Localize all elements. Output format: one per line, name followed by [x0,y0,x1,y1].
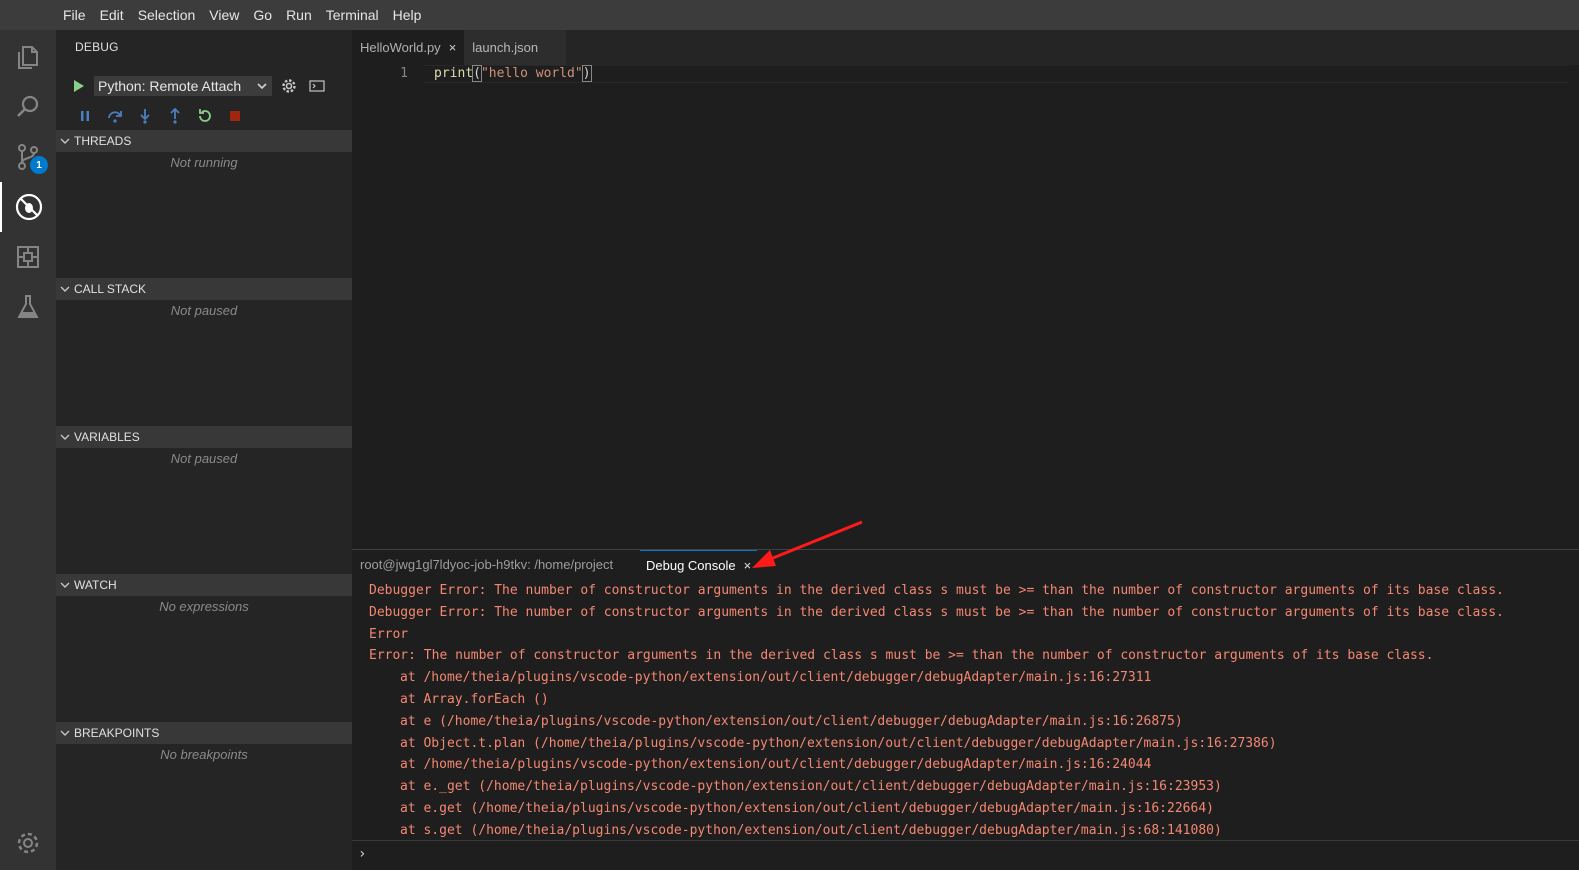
console-line: at s.get (/home/theia/plugins/vscode-pyt… [400,822,1222,838]
console-input[interactable]: › [352,840,1579,870]
menu-help[interactable]: Help [386,0,429,30]
close-icon[interactable]: × [449,40,457,55]
explorer-icon[interactable] [0,32,56,82]
restart-icon[interactable] [190,106,220,126]
editor-tabs: HelloWorld.py × launch.json [352,30,1579,65]
chevron-down-icon [56,432,74,442]
code-string: "hello world" [480,66,583,81]
panel-tabs: root@jwg1gl7ldyoc-job-h9tkv: /home/proje… [352,550,1579,580]
code-function: print [434,66,474,81]
chevron-down-icon [56,728,74,738]
variables-header[interactable]: VARIABLES [56,426,352,448]
debug-config-value: Python: Remote Attach [98,78,242,94]
debug-icon[interactable] [0,182,56,232]
menu-terminal[interactable]: Terminal [319,0,386,30]
tab-helloworld-py[interactable]: HelloWorld.py × [352,30,465,65]
call-stack-header[interactable]: CALL STACK [56,278,352,300]
step-over-icon[interactable] [100,106,130,126]
test-flask-icon[interactable] [0,282,56,332]
stop-icon[interactable] [220,106,250,126]
tab-label: launch.json [472,40,539,55]
console-prompt: › [358,846,367,862]
variables-title: VARIABLES [74,430,140,444]
menu-view[interactable]: View [202,0,246,30]
console-line: at e._get (/home/theia/plugins/vscode-py… [400,779,1222,795]
menu-bar: File Edit Selection View Go Run Terminal… [0,0,1579,30]
breakpoints-title: BREAKPOINTS [74,726,160,740]
menu-run[interactable]: Run [279,0,319,30]
watch-empty: No expressions [159,599,249,614]
watch-title: WATCH [74,578,117,592]
chevron-down-icon [56,284,74,294]
console-line: Error [369,626,409,642]
console-line: Debugger Error: The number of constructo… [369,604,1504,620]
scm-badge: 1 [30,156,48,174]
code-line[interactable]: print("hello world") [434,65,592,83]
breakpoints-empty: No breakpoints [160,747,248,762]
threads-header[interactable]: THREADS [56,130,352,152]
call-stack-empty: Not paused [170,303,238,318]
line-number: 1 [400,66,408,81]
console-line: at Array.forEach () [400,691,549,707]
debug-console-output: Debugger Error: The number of constructo… [352,580,1579,840]
chevron-down-icon [56,136,74,146]
tab-label: Debug Console [646,558,736,573]
step-out-icon[interactable] [160,106,190,126]
debug-step-toolbar [70,106,250,126]
console-line: at e (/home/theia/plugins/vscode-python/… [400,713,1183,729]
step-into-icon[interactable] [130,106,160,126]
console-line: Error: The number of constructor argumen… [369,648,1434,664]
menu-file[interactable]: File [56,0,93,30]
tab-launch-json[interactable]: launch.json [464,30,567,65]
breakpoints-header[interactable]: BREAKPOINTS [56,722,352,744]
gear-icon[interactable] [278,75,300,97]
pause-icon[interactable] [70,106,100,126]
code-open-paren: ( [472,65,482,82]
console-line: at /home/theia/plugins/vscode-python/ext… [400,670,1152,686]
menu-selection[interactable]: Selection [131,0,203,30]
activity-bar: 1 [0,30,56,870]
source-control-icon[interactable]: 1 [0,132,56,182]
code-editor[interactable]: 1 print("hello world") [352,65,1579,549]
debug-config-select[interactable]: Python: Remote Attach [94,76,272,96]
debug-console-icon[interactable] [306,75,328,97]
menu-go[interactable]: Go [246,0,279,30]
threads-title: THREADS [74,134,132,148]
debug-sidebar: DEBUG Python: Remote Attach THREADS Not … [56,30,352,870]
sidebar-title: DEBUG [75,40,119,54]
chevron-down-icon [257,83,267,90]
settings-gear-icon[interactable] [0,818,56,868]
variables-empty: Not paused [170,451,238,466]
start-debug-icon[interactable] [70,77,88,95]
current-line-highlight [424,65,1569,83]
code-close-paren: ) [581,65,592,82]
chevron-down-icon [56,580,74,590]
console-line: at /home/theia/plugins/vscode-python/ext… [400,757,1152,773]
console-line: Debugger Error: The number of constructo… [369,583,1504,598]
debug-config-toolbar: Python: Remote Attach [70,75,328,97]
menu-edit[interactable]: Edit [93,0,131,30]
threads-empty: Not running [170,155,238,170]
tab-label: HelloWorld.py [360,40,441,55]
annotation-arrow-icon [752,520,863,568]
console-line: at e.get (/home/theia/plugins/vscode-pyt… [400,800,1214,816]
tab-terminal[interactable]: root@jwg1gl7ldyoc-job-h9tkv: /home/proje… [360,550,613,580]
watch-header[interactable]: WATCH [56,574,352,596]
call-stack-title: CALL STACK [74,282,147,296]
search-icon[interactable] [0,82,56,132]
extensions-icon[interactable] [0,232,56,282]
console-line: at Object.t.plan (/home/theia/plugins/vs… [400,735,1277,751]
